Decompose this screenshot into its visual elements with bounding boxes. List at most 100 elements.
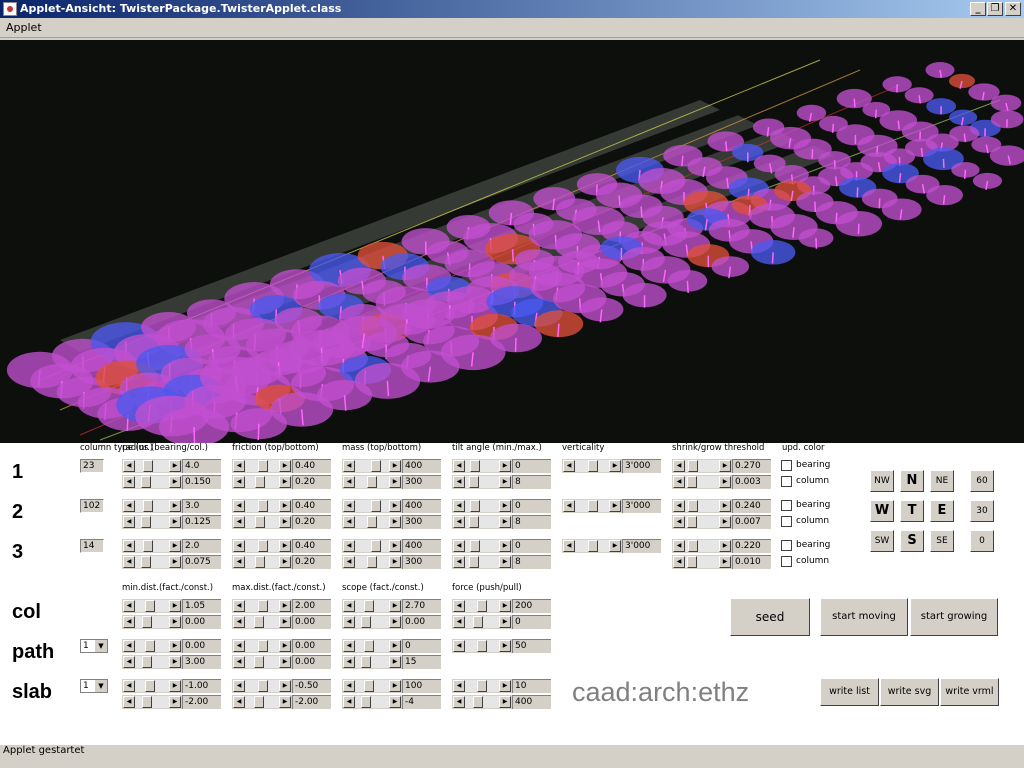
arrow-right-icon[interactable]: ▶ <box>169 500 181 512</box>
shrink-bottom-slider[interactable]: ◀ ▶ <box>672 555 732 569</box>
arrow-left-icon[interactable]: ◀ <box>673 500 685 512</box>
arrow-right-icon[interactable]: ▶ <box>499 540 511 552</box>
scroll-thumb[interactable] <box>145 600 156 612</box>
scroll-thumb[interactable] <box>141 516 152 528</box>
arrow-left-icon[interactable]: ◀ <box>123 476 135 488</box>
arrow-right-icon[interactable]: ▶ <box>499 616 511 628</box>
scroll-thumb[interactable] <box>258 460 268 472</box>
arrow-left-icon[interactable]: ◀ <box>233 540 245 552</box>
arrow-right-icon[interactable]: ▶ <box>719 476 731 488</box>
scope-a-slider[interactable]: ◀ ▶ <box>342 679 402 693</box>
arrow-right-icon[interactable]: ▶ <box>499 600 511 612</box>
scope-a-slider[interactable]: ◀ ▶ <box>342 599 402 613</box>
scroll-thumb[interactable] <box>476 640 487 652</box>
arrow-left-icon[interactable]: ◀ <box>673 476 685 488</box>
scroll-thumb[interactable] <box>687 500 698 512</box>
mode-select[interactable]: 1 <box>80 679 108 693</box>
scroll-thumb[interactable] <box>473 616 484 628</box>
view-e-button[interactable]: E <box>930 500 954 522</box>
arrow-right-icon[interactable]: ▶ <box>389 476 401 488</box>
arrow-left-icon[interactable]: ◀ <box>453 476 465 488</box>
scroll-thumb[interactable] <box>254 656 265 668</box>
bearing-checkbox[interactable] <box>781 460 792 471</box>
arrow-right-icon[interactable]: ▶ <box>279 460 291 472</box>
mass-top-slider[interactable]: ◀ ▶ <box>342 539 402 553</box>
arrow-right-icon[interactable]: ▶ <box>279 656 291 668</box>
arrow-right-icon[interactable]: ▶ <box>499 556 511 568</box>
scroll-thumb[interactable] <box>687 516 698 528</box>
arrow-left-icon[interactable]: ◀ <box>563 500 575 512</box>
arrow-right-icon[interactable]: ▶ <box>609 540 621 552</box>
scroll-thumb[interactable] <box>469 556 480 568</box>
view-t-button[interactable]: T <box>900 500 924 522</box>
max-dist-a-slider[interactable]: ◀ ▶ <box>232 599 292 613</box>
arrow-right-icon[interactable]: ▶ <box>609 500 621 512</box>
scroll-thumb[interactable] <box>364 680 375 692</box>
arrow-right-icon[interactable]: ▶ <box>389 516 401 528</box>
scroll-thumb[interactable] <box>687 460 698 472</box>
scroll-thumb[interactable] <box>361 696 372 708</box>
arrow-right-icon[interactable]: ▶ <box>499 476 511 488</box>
scroll-thumb[interactable] <box>142 540 153 552</box>
friction-bottom-slider[interactable]: ◀ ▶ <box>232 515 292 529</box>
arrow-right-icon[interactable]: ▶ <box>389 640 401 652</box>
scroll-thumb[interactable] <box>361 656 372 668</box>
view-nw-button[interactable]: NW <box>870 470 894 492</box>
arrow-right-icon[interactable]: ▶ <box>719 460 731 472</box>
shrink-top-slider[interactable]: ◀ ▶ <box>672 539 732 553</box>
arrow-right-icon[interactable]: ▶ <box>279 516 291 528</box>
scroll-thumb[interactable] <box>142 656 153 668</box>
arrow-left-icon[interactable]: ◀ <box>233 476 245 488</box>
force-a-slider[interactable]: ◀ ▶ <box>452 639 512 653</box>
arrow-right-icon[interactable]: ▶ <box>499 500 511 512</box>
arrow-left-icon[interactable]: ◀ <box>343 656 355 668</box>
minimize-button[interactable]: _ <box>970 2 986 16</box>
arrow-left-icon[interactable]: ◀ <box>673 556 685 568</box>
friction-bottom-slider[interactable]: ◀ ▶ <box>232 475 292 489</box>
arrow-right-icon[interactable]: ▶ <box>169 680 181 692</box>
min-dist-b-slider[interactable]: ◀ ▶ <box>122 615 182 629</box>
scope-a-slider[interactable]: ◀ ▶ <box>342 639 402 653</box>
max-dist-b-slider[interactable]: ◀ ▶ <box>232 615 292 629</box>
scroll-thumb[interactable] <box>364 600 375 612</box>
max-dist-a-slider[interactable]: ◀ ▶ <box>232 639 292 653</box>
arrow-left-icon[interactable]: ◀ <box>123 616 135 628</box>
scroll-thumb[interactable] <box>258 500 268 512</box>
arrow-left-icon[interactable]: ◀ <box>563 460 575 472</box>
arrow-right-icon[interactable]: ▶ <box>609 460 621 472</box>
verticality-slider[interactable]: ◀ ▶ <box>562 539 622 553</box>
arrow-right-icon[interactable]: ▶ <box>389 556 401 568</box>
mass-bottom-slider[interactable]: ◀ ▶ <box>342 555 402 569</box>
scroll-thumb[interactable] <box>367 476 378 488</box>
arrow-left-icon[interactable]: ◀ <box>123 696 135 708</box>
arrow-right-icon[interactable]: ▶ <box>169 476 181 488</box>
scroll-thumb[interactable] <box>364 640 375 652</box>
scroll-thumb[interactable] <box>687 476 698 488</box>
scroll-thumb[interactable] <box>473 696 484 708</box>
scope-b-slider[interactable]: ◀ ▶ <box>342 695 402 709</box>
mass-top-slider[interactable]: ◀ ▶ <box>342 499 402 513</box>
arrow-right-icon[interactable]: ▶ <box>499 680 511 692</box>
arrow-left-icon[interactable]: ◀ <box>343 696 355 708</box>
arrow-left-icon[interactable]: ◀ <box>123 640 135 652</box>
arrow-left-icon[interactable]: ◀ <box>123 540 135 552</box>
arrow-right-icon[interactable]: ▶ <box>499 460 511 472</box>
arrow-left-icon[interactable]: ◀ <box>233 656 245 668</box>
view-n-button[interactable]: N <box>900 470 924 492</box>
write-svg-button[interactable]: write svg <box>880 678 939 706</box>
radius-bottom-slider[interactable]: ◀ ▶ <box>122 515 182 529</box>
max-dist-a-slider[interactable]: ◀ ▶ <box>232 679 292 693</box>
scroll-thumb[interactable] <box>370 460 381 472</box>
arrow-left-icon[interactable]: ◀ <box>123 680 135 692</box>
force-a-slider[interactable]: ◀ ▶ <box>452 599 512 613</box>
mass-top-slider[interactable]: ◀ ▶ <box>342 459 402 473</box>
arrow-left-icon[interactable]: ◀ <box>233 640 245 652</box>
column-type-input[interactable]: 14 <box>80 539 104 553</box>
scroll-thumb[interactable] <box>142 460 153 472</box>
arrow-left-icon[interactable]: ◀ <box>673 516 685 528</box>
column-type-input[interactable]: 102 <box>80 499 104 513</box>
max-dist-b-slider[interactable]: ◀ ▶ <box>232 655 292 669</box>
arrow-right-icon[interactable]: ▶ <box>719 516 731 528</box>
arrow-left-icon[interactable]: ◀ <box>453 556 465 568</box>
shrink-bottom-slider[interactable]: ◀ ▶ <box>672 515 732 529</box>
